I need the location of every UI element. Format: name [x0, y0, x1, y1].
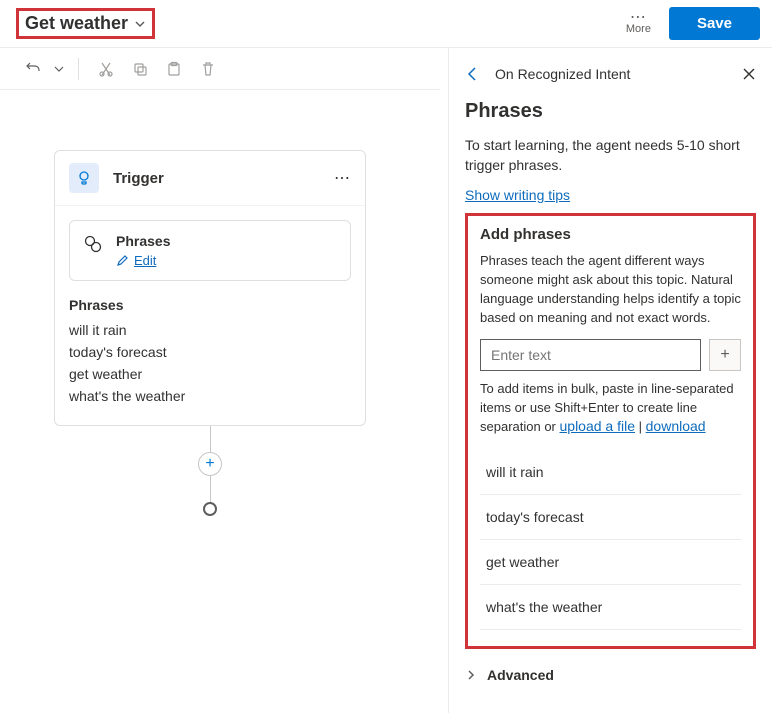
topbar: Get weather ⋯ More Save — [0, 0, 772, 48]
phrases-preview: Phrases will it raintoday's forecastget … — [69, 297, 351, 407]
phrase-row[interactable]: will it rain — [480, 450, 741, 495]
add-node-button[interactable]: + — [198, 452, 222, 476]
add-phrase-button[interactable]: + — [709, 339, 741, 371]
pencil-icon — [116, 255, 128, 267]
trigger-card-title: Trigger — [113, 170, 164, 187]
save-button[interactable]: Save — [669, 7, 760, 40]
advanced-section-toggle[interactable]: Advanced — [465, 667, 756, 683]
edit-phrases-link[interactable]: Edit — [116, 253, 170, 268]
cut-button[interactable] — [91, 61, 121, 77]
phrases-node[interactable]: Phrases Edit — [69, 220, 351, 281]
add-phrases-title: Add phrases — [480, 226, 741, 243]
chevron-right-icon — [465, 669, 477, 681]
phrase-input[interactable] — [480, 339, 701, 371]
panel-description: To start learning, the agent needs 5-10 … — [465, 135, 756, 175]
toolbar — [0, 48, 440, 90]
end-node-icon — [203, 502, 217, 516]
trigger-card-header: Trigger ⋯ — [55, 151, 365, 206]
advanced-label: Advanced — [487, 667, 554, 683]
node-connector: + — [54, 426, 366, 516]
back-arrow-icon[interactable] — [465, 66, 481, 82]
add-phrases-desc: Phrases teach the agent different ways s… — [480, 251, 741, 327]
panel-breadcrumb: On Recognized Intent — [495, 66, 630, 82]
phrase-item: will it rain — [69, 319, 351, 341]
add-phrases-section: Add phrases Phrases teach the agent diff… — [465, 213, 756, 649]
phrase-row[interactable]: get weather — [480, 540, 741, 585]
phrase-item: get weather — [69, 363, 351, 385]
bulk-hint: To add items in bulk, paste in line-sepa… — [480, 379, 741, 436]
phrase-item: what's the weather — [69, 385, 351, 407]
phrases-node-title: Phrases — [116, 233, 170, 249]
phrases-icon — [84, 235, 102, 253]
close-panel-button[interactable] — [742, 67, 756, 81]
properties-panel: On Recognized Intent Phrases To start le… — [448, 48, 772, 713]
topic-title: Get weather — [25, 13, 128, 34]
phrase-row[interactable]: what's the weather — [480, 585, 741, 630]
trigger-card-menu[interactable]: ⋯ — [334, 168, 351, 188]
trigger-card[interactable]: Trigger ⋯ Phrases Edit — [54, 150, 366, 426]
authoring-canvas: Trigger ⋯ Phrases Edit — [0, 48, 448, 713]
undo-dropdown[interactable] — [52, 64, 66, 74]
copy-button[interactable] — [125, 61, 155, 77]
more-button[interactable]: ⋯ More — [626, 13, 651, 35]
main: Trigger ⋯ Phrases Edit — [0, 48, 772, 713]
paste-button[interactable] — [159, 61, 189, 77]
topbar-actions: ⋯ More Save — [626, 7, 760, 40]
upload-file-link[interactable]: upload a file — [560, 418, 636, 434]
panel-title: Phrases — [465, 100, 756, 123]
more-label: More — [626, 23, 651, 35]
chevron-down-icon — [134, 18, 146, 30]
edit-label: Edit — [134, 253, 156, 268]
phrase-list: will it raintoday's forecastget weatherw… — [480, 450, 741, 630]
phrases-list-title: Phrases — [69, 297, 351, 313]
trigger-card-body: Phrases Edit Phrases will it raintoday's… — [55, 206, 365, 425]
topic-title-dropdown[interactable]: Get weather — [16, 8, 155, 39]
lightbulb-icon — [69, 163, 99, 193]
undo-button[interactable] — [18, 60, 48, 78]
delete-button[interactable] — [193, 61, 223, 77]
phrase-row[interactable]: today's forecast — [480, 495, 741, 540]
download-link[interactable]: download — [646, 418, 706, 434]
writing-tips-link[interactable]: Show writing tips — [465, 187, 570, 203]
more-icon: ⋯ — [630, 13, 647, 23]
toolbar-separator — [78, 58, 79, 80]
phrase-item: today's forecast — [69, 341, 351, 363]
